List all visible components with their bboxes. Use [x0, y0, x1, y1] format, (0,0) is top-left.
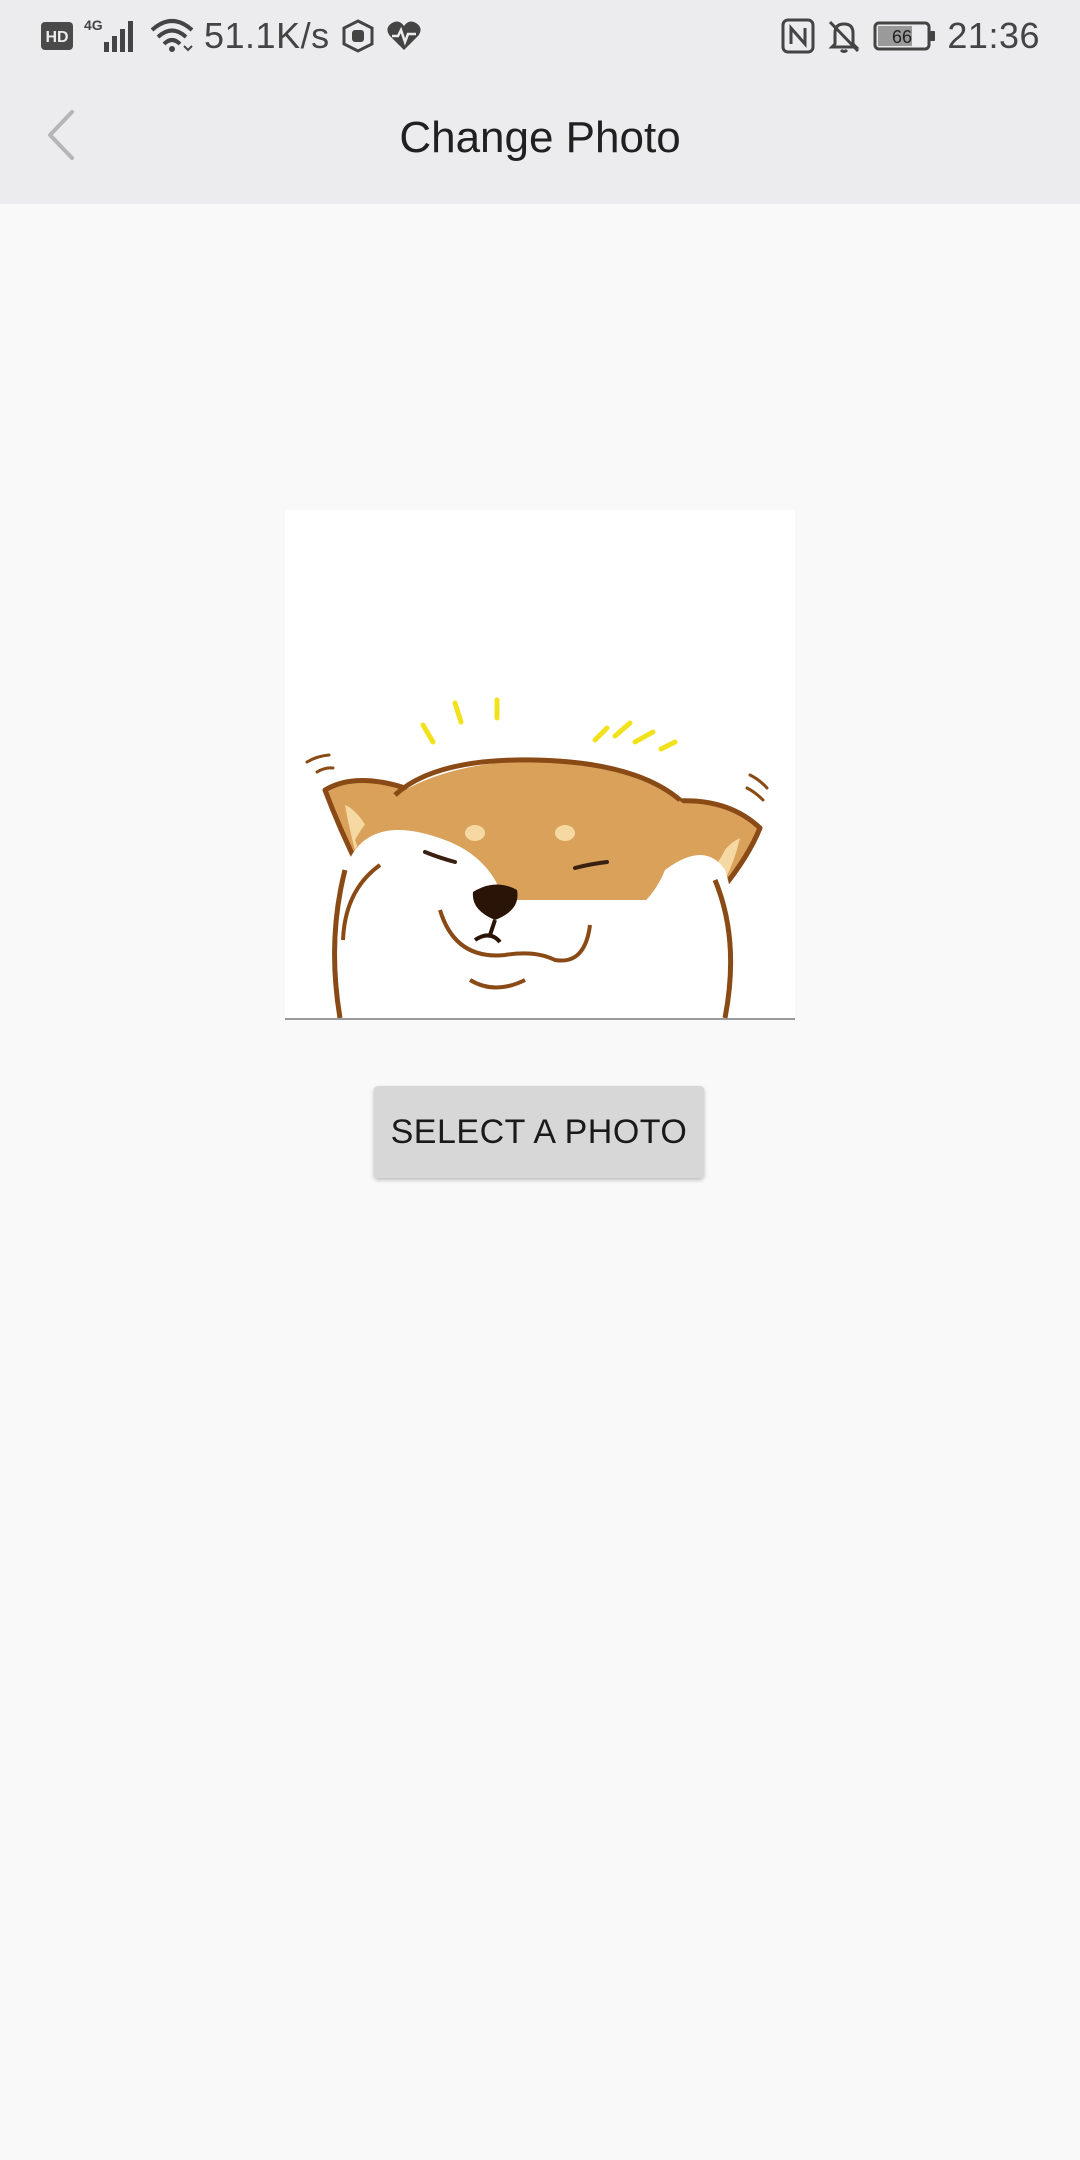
- photo-preview: [285, 510, 795, 1020]
- back-button[interactable]: [26, 102, 96, 172]
- chevron-left-icon: [44, 108, 78, 167]
- network-speed: 51.1K/s: [204, 15, 330, 56]
- clock: 21:36: [947, 15, 1040, 56]
- status-bar-right: 66 21:36: [781, 15, 1040, 57]
- hd-badge-icon: HD: [40, 21, 74, 51]
- heart-rate-icon: [386, 19, 422, 53]
- status-bar: HD 4G 51.1K/s 66 21:36: [0, 0, 1080, 72]
- bell-off-icon: [825, 18, 863, 54]
- svg-text:4G: 4G: [84, 17, 103, 33]
- svg-text:HD: HD: [45, 29, 68, 46]
- app-bar: Change Photo: [0, 72, 1080, 204]
- select-photo-button[interactable]: SELECT A PHOTO: [374, 1086, 704, 1178]
- wifi-icon: [150, 18, 194, 54]
- nfc-icon: [781, 18, 815, 54]
- sparkle-marks: [420, 697, 678, 752]
- signal-4g-icon: 4G: [84, 16, 140, 56]
- battery-icon: 66: [873, 20, 937, 52]
- svg-text:66: 66: [892, 27, 912, 47]
- shield-app-icon: [340, 18, 376, 54]
- status-bar-left: HD 4G 51.1K/s: [40, 15, 422, 57]
- shiba-dog-illustration: [305, 697, 769, 1018]
- page-title: Change Photo: [399, 113, 681, 162]
